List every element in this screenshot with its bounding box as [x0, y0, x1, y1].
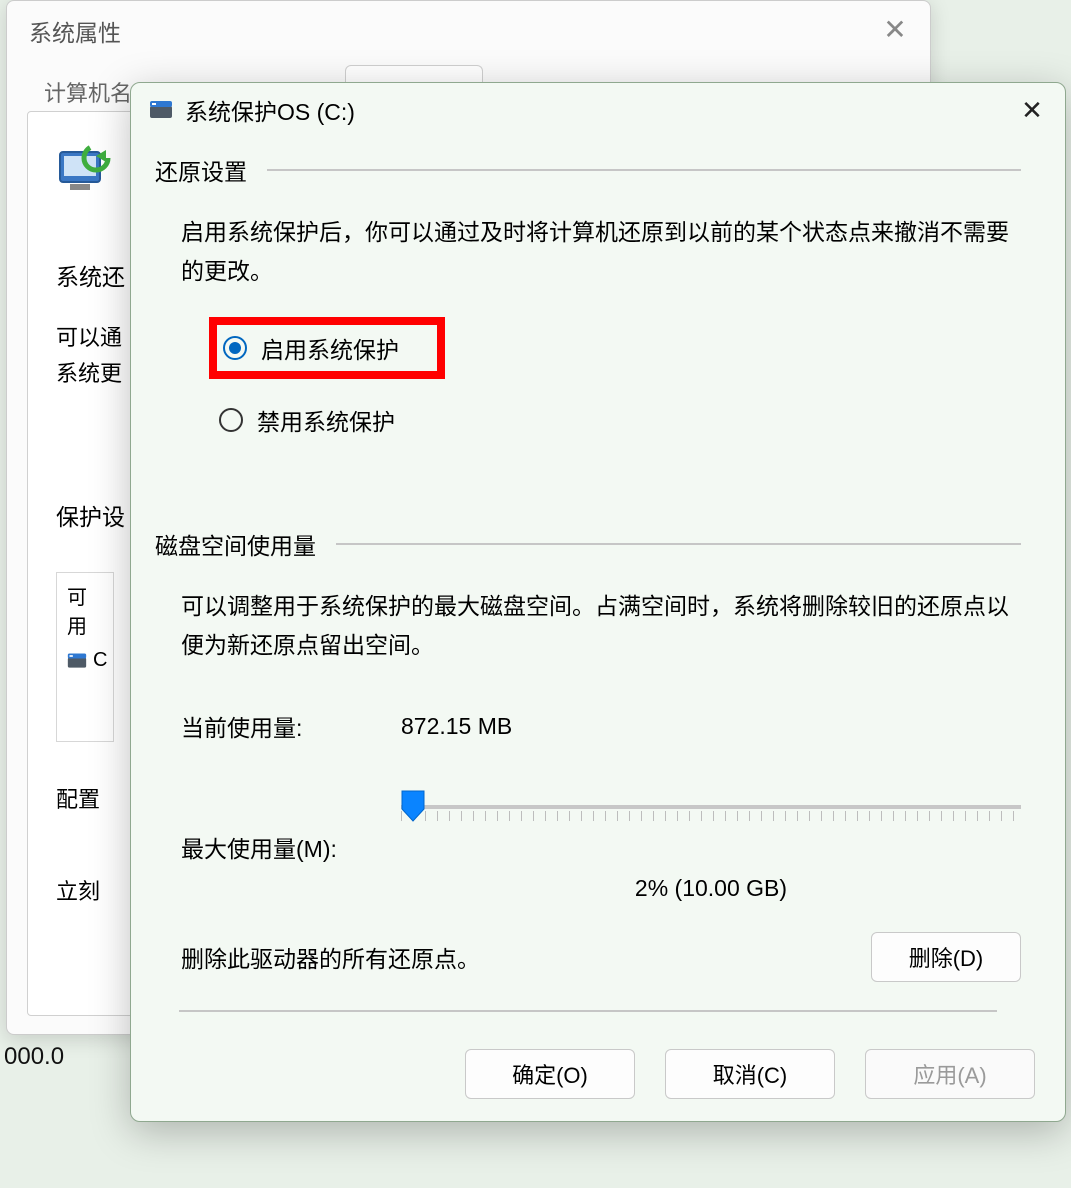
drive-list[interactable]: 可用 C [56, 572, 114, 742]
radio-enable-protection[interactable]: 启用系统保护 [209, 317, 445, 379]
system-protection-dialog: 系统保护OS (C:) ✕ 还原设置 启用系统保护后，你可以通过及时将计算机还原… [130, 82, 1066, 1122]
current-usage-value: 872.15 MB [401, 713, 1021, 740]
drive-icon [149, 99, 173, 121]
dialog-title: 系统保护OS (C:) [185, 93, 355, 127]
drive-item-c[interactable]: C [67, 649, 107, 672]
slider-thumb-icon[interactable] [400, 789, 426, 823]
disk-section-head: 磁盘空间使用量 [155, 527, 1021, 561]
delete-desc: 删除此驱动器的所有还原点。 [181, 940, 480, 974]
drive-letter: C [93, 649, 107, 672]
max-usage-slider[interactable] [401, 791, 1021, 823]
max-usage-label: 最大使用量(M): [181, 830, 401, 864]
divider [336, 543, 1021, 545]
disk-section-label: 磁盘空间使用量 [155, 527, 316, 561]
radio-icon [223, 336, 247, 360]
divider [267, 169, 1021, 171]
ok-button[interactable]: 确定(O) [465, 1049, 635, 1099]
disk-section-desc: 可以调整用于系统保护的最大磁盘空间。占满空间时，系统将删除较旧的还原点以便为新还… [181, 587, 1021, 665]
current-usage-label: 当前使用量: [181, 709, 401, 743]
radio-disable-label: 禁用系统保护 [257, 403, 395, 437]
cancel-button[interactable]: 取消(C) [665, 1049, 835, 1099]
restore-radio-group: 启用系统保护 禁用系统保护 [209, 317, 1021, 447]
radio-disable-protection[interactable]: 禁用系统保护 [209, 393, 1021, 447]
close-icon[interactable]: ✕ [878, 15, 912, 49]
delete-button[interactable]: 删除(D) [871, 932, 1021, 982]
dialog-body: 还原设置 启用系统保护后，你可以通过及时将计算机还原到以前的某个状态点来撤消不需… [131, 137, 1065, 1032]
divider [179, 1010, 997, 1012]
dialog-button-row: 确定(O) 取消(C) 应用(A) [465, 1049, 1035, 1099]
slider-track [401, 805, 1021, 809]
system-restore-icon [56, 142, 112, 198]
restore-section-head: 还原设置 [155, 153, 1021, 187]
close-icon[interactable]: ✕ [1015, 95, 1049, 129]
drive-icon [67, 652, 87, 670]
back-titlebar: 系统属性 [7, 1, 930, 61]
radio-icon [219, 408, 243, 432]
slider-value: 2% (10.00 GB) [401, 875, 1021, 902]
back-window-title: 系统属性 [29, 14, 121, 48]
radio-enable-label: 启用系统保护 [261, 331, 399, 365]
version-text: 000.0 [4, 1043, 64, 1071]
slider-ticks [401, 811, 1021, 821]
apply-button[interactable]: 应用(A) [865, 1049, 1035, 1099]
dialog-titlebar: 系统保护OS (C:) [131, 83, 1065, 137]
restore-section-desc: 启用系统保护后，你可以通过及时将计算机还原到以前的某个状态点来撤消不需要的更改。 [181, 213, 1021, 291]
restore-section-label: 还原设置 [155, 153, 247, 187]
drive-list-header: 可用 [67, 581, 103, 639]
